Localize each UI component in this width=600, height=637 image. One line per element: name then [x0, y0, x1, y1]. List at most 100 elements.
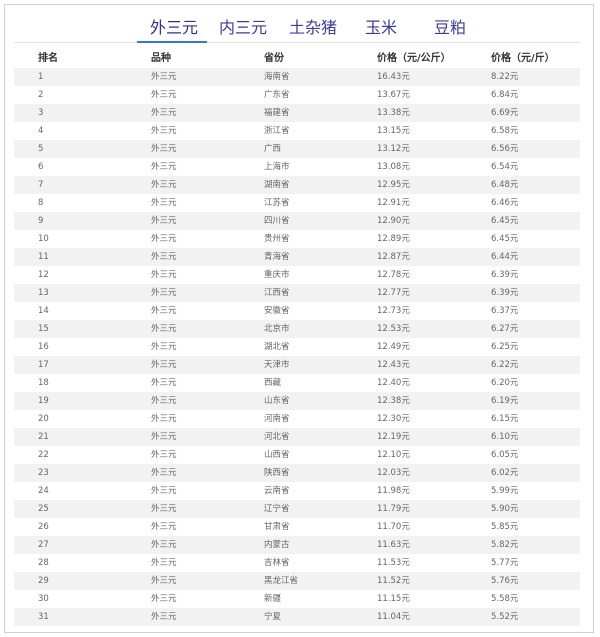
province-cell: 甘肃省 — [264, 522, 290, 532]
price-per-kg-cell: 12.90元 — [377, 216, 410, 226]
breed-cell: 外三元 — [151, 324, 177, 334]
price-per-kg-cell: 16.43元 — [377, 72, 410, 82]
province-cell: 广东省 — [264, 90, 290, 100]
price-per-kg-cell: 11.79元 — [377, 504, 410, 514]
province-cell: 青海省 — [264, 252, 290, 262]
tab-wai-san-yuan[interactable]: 外三元 — [150, 14, 198, 38]
province-cell: 陕西省 — [264, 468, 290, 478]
table-row: 8 外三元 江苏省 12.91元 6.46元 — [14, 194, 580, 212]
table-row: 7 外三元 湖南省 12.95元 6.48元 — [14, 176, 580, 194]
active-tab-indicator — [137, 41, 207, 43]
table-row: 2 外三元 广东省 13.67元 6.84元 — [14, 86, 580, 104]
rank-cell: 6 — [38, 162, 44, 172]
rank-cell: 5 — [38, 144, 44, 154]
breed-cell: 外三元 — [151, 450, 177, 460]
province-cell: 贵州省 — [264, 234, 290, 244]
table-row: 12 外三元 重庆市 12.78元 6.39元 — [14, 266, 580, 284]
breed-cell: 外三元 — [151, 72, 177, 82]
rank-cell: 13 — [38, 288, 49, 298]
price-per-kg-cell: 12.53元 — [377, 324, 410, 334]
province-cell: 西藏 — [264, 378, 282, 388]
price-per-kg-cell: 13.15元 — [377, 126, 410, 136]
table-row: 19 外三元 山东省 12.38元 6.19元 — [14, 392, 580, 410]
table-row: 13 外三元 江西省 12.77元 6.39元 — [14, 284, 580, 302]
price-per-jin-cell: 5.77元 — [491, 558, 519, 568]
province-cell: 宁夏 — [264, 612, 282, 622]
province-cell: 黑龙江省 — [264, 576, 299, 586]
rank-cell: 20 — [38, 414, 49, 424]
price-per-kg-cell: 12.73元 — [377, 306, 410, 316]
rank-cell: 23 — [38, 468, 49, 478]
table-row: 3 外三元 福建省 13.38元 6.69元 — [14, 104, 580, 122]
rank-cell: 3 — [38, 108, 44, 118]
tab-tu-za-zhu[interactable]: 土杂猪 — [289, 14, 337, 38]
price-per-kg-cell: 12.77元 — [377, 288, 410, 298]
rank-cell: 15 — [38, 324, 49, 334]
breed-cell: 外三元 — [151, 234, 177, 244]
header-price-per-kg: 价格（元/公斤） — [377, 53, 451, 64]
table-row: 10 外三元 贵州省 12.89元 6.45元 — [14, 230, 580, 248]
price-per-jin-cell: 5.82元 — [491, 540, 519, 550]
breed-cell: 外三元 — [151, 288, 177, 298]
rank-cell: 28 — [38, 558, 49, 568]
table-header-row: 排名 品种 省份 价格（元/公斤） 价格（元/斤） — [14, 50, 580, 68]
table-row: 9 外三元 四川省 12.90元 6.45元 — [14, 212, 580, 230]
price-per-kg-cell: 12.49元 — [377, 342, 410, 352]
province-cell: 湖南省 — [264, 180, 290, 190]
price-per-jin-cell: 6.46元 — [491, 198, 519, 208]
category-tabs: 外三元 内三元 土杂猪 玉米 豆粕 — [0, 14, 600, 44]
breed-cell: 外三元 — [151, 396, 177, 406]
price-per-jin-cell: 6.02元 — [491, 468, 519, 478]
table-row: 4 外三元 浙江省 13.15元 6.58元 — [14, 122, 580, 140]
price-per-kg-cell: 13.12元 — [377, 144, 410, 154]
province-cell: 福建省 — [264, 108, 290, 118]
rank-cell: 10 — [38, 234, 49, 244]
rank-cell: 16 — [38, 342, 49, 352]
price-per-jin-cell: 6.20元 — [491, 378, 519, 388]
tab-divider — [14, 42, 580, 43]
rank-cell: 18 — [38, 378, 49, 388]
province-cell: 河北省 — [264, 432, 290, 442]
header-province: 省份 — [264, 53, 284, 64]
rank-cell: 1 — [38, 72, 44, 82]
breed-cell: 外三元 — [151, 198, 177, 208]
breed-cell: 外三元 — [151, 252, 177, 262]
table-row: 11 外三元 青海省 12.87元 6.44元 — [14, 248, 580, 266]
province-cell: 河南省 — [264, 414, 290, 424]
price-per-jin-cell: 6.39元 — [491, 288, 519, 298]
breed-cell: 外三元 — [151, 432, 177, 442]
province-cell: 云南省 — [264, 486, 290, 496]
province-cell: 新疆 — [264, 594, 282, 604]
price-per-jin-cell: 6.84元 — [491, 90, 519, 100]
province-cell: 重庆市 — [264, 270, 290, 280]
rank-cell: 21 — [38, 432, 49, 442]
price-per-jin-cell: 6.39元 — [491, 270, 519, 280]
rank-cell: 9 — [38, 216, 44, 226]
rank-cell: 25 — [38, 504, 49, 514]
rank-cell: 19 — [38, 396, 49, 406]
price-per-kg-cell: 11.63元 — [377, 540, 410, 550]
price-per-kg-cell: 12.03元 — [377, 468, 410, 478]
price-per-kg-cell: 11.98元 — [377, 486, 410, 496]
breed-cell: 外三元 — [151, 216, 177, 226]
tab-nei-san-yuan[interactable]: 内三元 — [219, 14, 267, 38]
price-per-kg-cell: 12.89元 — [377, 234, 410, 244]
table-row: 21 外三元 河北省 12.19元 6.10元 — [14, 428, 580, 446]
breed-cell: 外三元 — [151, 126, 177, 136]
province-cell: 上海市 — [264, 162, 290, 172]
price-per-jin-cell: 6.22元 — [491, 360, 519, 370]
price-per-kg-cell: 12.40元 — [377, 378, 410, 388]
province-cell: 吉林省 — [264, 558, 290, 568]
price-per-kg-cell: 12.10元 — [377, 450, 410, 460]
rank-cell: 30 — [38, 594, 49, 604]
price-per-jin-cell: 6.45元 — [491, 234, 519, 244]
tab-soybean-meal[interactable]: 豆粕 — [434, 14, 466, 38]
breed-cell: 外三元 — [151, 378, 177, 388]
price-per-kg-cell: 13.38元 — [377, 108, 410, 118]
price-per-jin-cell: 6.27元 — [491, 324, 519, 334]
tab-corn[interactable]: 玉米 — [365, 14, 397, 38]
price-per-jin-cell: 6.25元 — [491, 342, 519, 352]
price-per-jin-cell: 6.10元 — [491, 432, 519, 442]
price-per-jin-cell: 6.15元 — [491, 414, 519, 424]
breed-cell: 外三元 — [151, 612, 177, 622]
